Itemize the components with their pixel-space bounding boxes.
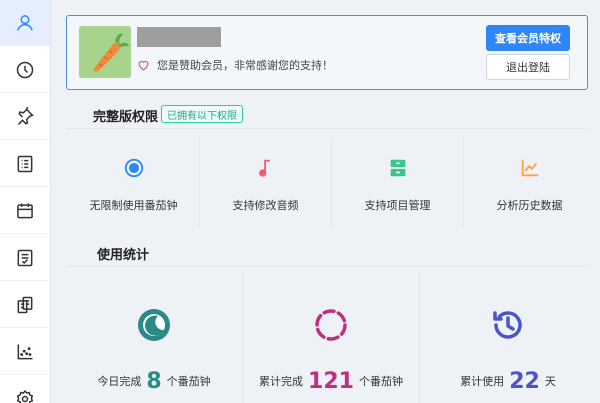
sidebar-item-settings[interactable]: [0, 376, 50, 403]
sidebar-item-list[interactable]: [0, 141, 50, 187]
features-title: 完整版权限: [93, 110, 159, 125]
loading-ring-icon: [315, 309, 347, 341]
history-icon: [493, 311, 522, 339]
feature-label: 支持修改音频: [232, 199, 299, 212]
calendar-icon: [17, 203, 33, 218]
heart-icon: [138, 60, 149, 71]
carrot-icon: [79, 26, 131, 78]
trend-chart-icon: [521, 159, 538, 177]
stats-title: 使用统计: [97, 248, 150, 263]
divider: [66, 128, 588, 129]
stat-value: 121: [308, 369, 354, 394]
scatter-chart-icon: [17, 344, 33, 359]
stat-today: 今日完成 8 个番茄钟: [66, 275, 242, 403]
feature-label: 无限制使用番茄钟: [89, 199, 178, 212]
music-note-icon: [258, 159, 270, 177]
stat-prefix: 累计完成: [259, 375, 304, 388]
clipboard-icon: [17, 296, 33, 313]
stat-suffix: 个番茄钟: [166, 375, 211, 388]
stat-prefix: 累计使用: [460, 375, 505, 388]
main-content: 您是赞助会员，非常感谢您的支持！ 查看会员特权 退出登陆 完整版权限 已拥有以下…: [51, 0, 600, 403]
feature-item-project: 支持项目管理: [332, 137, 463, 227]
settings-icon: [16, 389, 34, 403]
stat-line: 累计完成 121 个番茄钟: [243, 369, 419, 394]
feature-item-audio: 支持修改音频: [200, 137, 331, 227]
user-icon: [17, 14, 33, 31]
sidebar-item-user[interactable]: [0, 0, 50, 46]
sidebar-item-calendar[interactable]: [0, 188, 50, 234]
sidebar: [0, 0, 51, 403]
feature-item-unlimited-pomodoro: 无限制使用番茄钟: [68, 137, 199, 227]
features-badge: 已拥有以下权限: [161, 105, 243, 123]
feature-label: 支持项目管理: [364, 199, 431, 212]
stat-line: 累计使用 22 天: [420, 369, 596, 394]
member-thanks-text: 您是赞助会员，非常感谢您的支持！: [157, 59, 333, 72]
member-card: 您是赞助会员，非常感谢您的支持！ 查看会员特权 退出登陆: [66, 15, 588, 90]
view-benefits-button[interactable]: 查看会员特权: [486, 25, 570, 51]
sidebar-item-stats[interactable]: [0, 329, 50, 375]
checklist-icon: [17, 249, 33, 266]
stat-suffix: 个番茄钟: [358, 375, 403, 388]
sidebar-item-pin[interactable]: [0, 94, 50, 140]
moon-icon: [138, 309, 170, 341]
pin-icon: [17, 106, 34, 125]
sidebar-item-checklist[interactable]: [0, 235, 50, 281]
stat-value: 8: [146, 369, 162, 394]
feature-label: 分析历史数据: [496, 199, 563, 212]
avatar: [79, 26, 131, 78]
stat-prefix: 今日完成: [97, 375, 142, 388]
drawer-icon: [390, 159, 405, 177]
stat-total-pomodoros: 累计完成 121 个番茄钟: [243, 275, 419, 403]
username-redacted: [137, 27, 221, 47]
logout-button[interactable]: 退出登陆: [486, 54, 570, 80]
stat-line: 今日完成 8 个番茄钟: [66, 369, 242, 394]
target-icon: [124, 158, 143, 178]
stat-value: 22: [509, 369, 540, 394]
divider: [66, 266, 588, 267]
stat-suffix: 天: [544, 375, 556, 388]
feature-item-history-analysis: 分析历史数据: [464, 137, 595, 227]
stat-days-used: 累计使用 22 天: [420, 275, 596, 403]
clock-icon: [16, 61, 34, 78]
list-icon: [17, 155, 33, 172]
sidebar-item-history[interactable]: [0, 47, 50, 93]
sidebar-item-clipboard[interactable]: [0, 282, 50, 328]
